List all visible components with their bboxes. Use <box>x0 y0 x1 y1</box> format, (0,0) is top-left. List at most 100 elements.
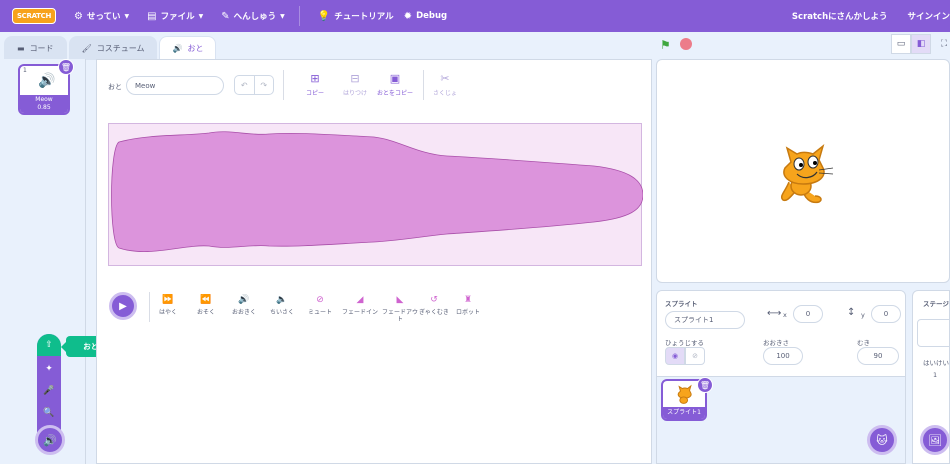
effect-button-softer[interactable]: 🔈 ちいさく <box>263 295 301 317</box>
file-menu[interactable]: ▤ ファイル ▼ <box>147 10 203 23</box>
sound-tile-name: Meow <box>35 96 53 103</box>
scissors-icon: ✂ <box>440 72 450 85</box>
tutorial-menu[interactable]: 💡 チュートリアル <box>317 10 394 23</box>
green-flag-button[interactable]: ⚑ <box>660 38 671 52</box>
sound-name-label: おと <box>108 83 122 91</box>
normal-stage-icon: ◧ <box>916 39 926 49</box>
stop-button[interactable] <box>680 38 692 50</box>
copy-label: コピー <box>305 90 324 97</box>
eye-slash-icon: ⊘ <box>692 352 698 360</box>
waveform-area[interactable] <box>108 123 644 266</box>
record-sound-button[interactable]: 🎤 <box>37 380 61 402</box>
menu-divider <box>298 6 300 26</box>
waveform <box>111 131 644 252</box>
tab-costume[interactable]: 🖌 コスチューム <box>68 36 158 60</box>
sound-index: 1 <box>23 67 27 74</box>
effect-label: ミュート <box>307 309 332 316</box>
play-sound-button[interactable]: ▶ <box>109 292 137 320</box>
gear-icon: ✹ <box>403 10 413 22</box>
backdrops-count: 1 <box>933 371 938 379</box>
sound-tile-duration: 0.85 <box>37 104 51 111</box>
small-stage-button[interactable]: ▭ <box>891 34 911 54</box>
small-stage-icon: ▭ <box>896 39 906 49</box>
effect-button-mute[interactable]: ⊘ ミュート <box>301 296 339 317</box>
stage-thumbnail[interactable] <box>917 319 949 347</box>
choose-backdrop-button[interactable]: 🖼 <box>920 425 950 455</box>
reverse-icon: ↺ <box>430 295 438 305</box>
paste-button[interactable]: ⊟ はりつけ <box>333 72 377 97</box>
eye-icon: ◉ <box>671 352 679 360</box>
brush-icon: 🖌 <box>81 44 92 53</box>
debug-menu[interactable]: ✹ Debug <box>404 11 447 22</box>
effect-button-faster[interactable]: ⏩ はやく <box>149 296 187 317</box>
tab-sound[interactable]: 🔊 おと <box>159 36 217 60</box>
sign-in-link[interactable]: サインイン <box>907 10 950 22</box>
effect-label: フェードイン <box>341 309 378 316</box>
microphone-icon: 🎤 <box>43 386 55 396</box>
scratch-logo[interactable]: SCRATCH <box>12 8 56 24</box>
debug-menu-label: Debug <box>416 11 448 21</box>
delete-sprite-button[interactable]: 🗑 <box>697 377 713 393</box>
globe-icon: ⚙ <box>74 10 83 22</box>
show-visible-button[interactable]: ◉ <box>665 347 685 365</box>
effect-button-fade-in[interactable]: ◢ フェードイン <box>341 296 379 317</box>
choose-sprite-button[interactable]: 🐱 <box>867 425 897 455</box>
effect-button-louder[interactable]: 🔊 おおきく <box>225 296 263 317</box>
redo-button[interactable]: ↷ <box>255 76 274 94</box>
tutorial-menu-label: チュートリアル <box>334 12 394 22</box>
delete-sound-button[interactable]: 🗑 <box>58 59 74 75</box>
trash-icon: 🗑 <box>60 62 72 72</box>
edit-menu[interactable]: ✎ へんしゅう ▼ <box>221 10 285 23</box>
choose-sound-button[interactable]: 🔊 <box>35 425 65 455</box>
search-icon: 🔍 <box>43 408 55 418</box>
hide-button[interactable]: ⊘ <box>685 347 705 365</box>
cat-sprite[interactable] <box>775 140 835 208</box>
toolbar-divider <box>283 70 284 100</box>
search-sound-button[interactable]: 🔍 <box>37 402 61 424</box>
sound-name-input[interactable]: Meow <box>126 76 224 95</box>
undo-redo-group: ↶ ↷ <box>234 75 274 95</box>
add-sound-menu: ⇧ ✦ 🎤 🔍 <box>37 334 61 434</box>
speaker-icon: 🔊 <box>172 44 183 53</box>
tab-code[interactable]: ▬ コード <box>4 36 67 60</box>
speaker-icon: 🔊 <box>38 73 56 89</box>
surprise-sound-button[interactable]: ✦ <box>37 358 61 380</box>
y-input[interactable]: 0 <box>871 305 901 323</box>
tab-costume-label: コスチューム <box>96 44 145 53</box>
sprite-name-input[interactable]: スプライト1 <box>665 311 745 329</box>
file-menu-label: ファイル <box>160 12 195 22</box>
settings-menu[interactable]: ⚙ せってい ▼ <box>74 10 129 23</box>
effect-button-robot[interactable]: ♜ ロボット <box>449 296 487 317</box>
slower-icon: ⏪ <box>200 295 212 305</box>
join-scratch-link[interactable]: Scratchにさんかしよう <box>792 10 888 22</box>
normal-stage-button[interactable]: ◧ <box>911 34 931 54</box>
tab-sound-label: おと <box>187 44 204 53</box>
effect-label: おおきく <box>231 309 256 316</box>
copy-to-new-button[interactable]: ▣ おとをコピー <box>373 72 417 97</box>
code-icon: ▬ <box>17 44 25 53</box>
speaker-plus-icon: 🔊 <box>43 433 57 447</box>
y-label: y <box>861 311 865 319</box>
delete-button[interactable]: ✂ さくじょ <box>423 72 467 97</box>
lightbulb-icon: 💡 <box>317 10 331 22</box>
size-input[interactable]: 100 <box>763 347 803 365</box>
effect-button-slower[interactable]: ⏪ おそく <box>187 295 225 317</box>
direction-label: むき <box>857 339 870 347</box>
x-input[interactable]: 0 <box>793 305 823 323</box>
effect-button-fade-out[interactable]: ◣ フェードアウト <box>381 296 419 324</box>
fullscreen-button[interactable]: ⛶ <box>934 34 950 54</box>
file-icon: ▤ <box>147 10 157 22</box>
effect-button-reverse[interactable]: ↺ ぎゃくむき <box>415 295 453 317</box>
direction-input[interactable]: 90 <box>857 347 899 365</box>
upload-sound-button[interactable]: ⇧ <box>37 334 61 356</box>
softer-icon: 🔈 <box>276 295 288 305</box>
undo-button[interactable]: ↶ <box>235 76 255 94</box>
sprite-info: スプライト スプライト1 ⟷ x 0 ↕ y 0 ひょうじする ◉ ⊘ おおきさ… <box>657 291 905 377</box>
menu-bar: SCRATCH ⚙ せってい ▼ ▤ ファイル ▼ ✎ へんしゅう ▼ 💡 チュ… <box>0 0 950 32</box>
stage[interactable] <box>656 59 950 283</box>
backdrops-label: はいけい <box>923 359 949 367</box>
copy-button[interactable]: ⊞ コピー <box>293 72 337 97</box>
y-arrows-icon: ↕ <box>847 307 856 318</box>
sparkle-icon: ✦ <box>45 364 53 374</box>
effect-label: ぎゃくむき <box>419 309 449 316</box>
